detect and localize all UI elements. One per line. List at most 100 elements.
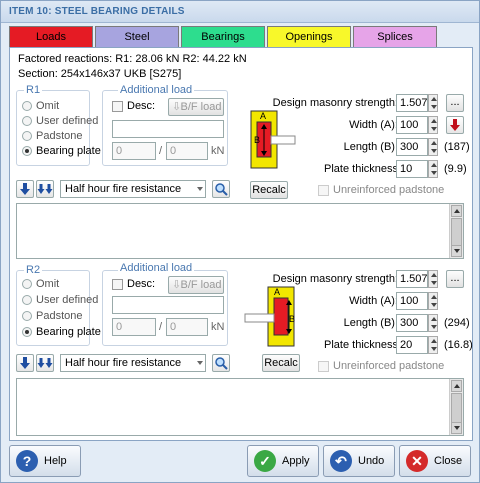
r1-option-bearing-plate[interactable]: Bearing plate: [22, 145, 101, 157]
tab-loads[interactable]: Loads: [9, 26, 93, 47]
r2-design-masonry-strength-spinner[interactable]: [428, 270, 438, 288]
scroll-up-icon[interactable]: [451, 380, 462, 392]
bf-load-icon: ⇩: [172, 101, 182, 113]
r2-width-label: Width (A):: [349, 295, 398, 307]
r1-fire-resistance-select[interactable]: Half hour fire resistance: [60, 180, 206, 198]
r1-length-spinner[interactable]: [428, 138, 438, 156]
radio-icon: [22, 311, 32, 321]
r1-move-bottom-button[interactable]: [36, 180, 54, 198]
r1-option-bearing-plate-label: Bearing plate: [36, 145, 101, 157]
r2-unreinforced-checkbox[interactable]: [318, 361, 329, 372]
r2-design-masonry-strength-input[interactable]: 1.507: [396, 270, 428, 288]
tab-splices[interactable]: Splices: [353, 26, 437, 47]
r1-unreinforced-checkbox[interactable]: [318, 185, 329, 196]
tab-openings[interactable]: Openings: [267, 26, 351, 47]
radio-icon: [22, 131, 32, 141]
r2-option-omit[interactable]: Omit: [22, 278, 59, 290]
r2-load1-input[interactable]: 0: [112, 318, 156, 336]
scroll-thumb[interactable]: [451, 393, 462, 425]
r1-notes-scrollbar[interactable]: [449, 204, 463, 258]
tab-bearings[interactable]: Bearings: [181, 26, 265, 48]
r1-desc-checkbox[interactable]: [112, 101, 123, 112]
r2-option-bearing-plate[interactable]: Bearing plate: [22, 326, 101, 338]
r2-option-user-defined[interactable]: User defined: [22, 294, 98, 306]
r2-plate-thickness-spinner[interactable]: [428, 336, 438, 354]
r1-width-input[interactable]: 100: [396, 116, 428, 134]
r2-length-spinner[interactable]: [428, 314, 438, 332]
help-button[interactable]: ? Help: [9, 445, 81, 477]
r2-plate-thickness-label: Plate thickness: [324, 339, 398, 351]
tab-steel[interactable]: Steel: [95, 26, 179, 47]
r1-length-input[interactable]: 300: [396, 138, 428, 156]
r1-option-user-defined[interactable]: User defined: [22, 115, 98, 127]
r1-masonry-browse-button[interactable]: ...: [446, 94, 464, 112]
bearings-panel: Factored reactions: R1: 28.06 kN R2: 44.…: [9, 47, 473, 441]
r2-additional-load-title: Additional load: [118, 262, 195, 274]
r1-plate-thickness-label: Plate thickness: [324, 163, 398, 175]
r1-desc-input[interactable]: [112, 120, 224, 138]
r2-fire-resistance-select[interactable]: Half hour fire resistance: [60, 354, 206, 372]
r2-masonry-browse-button[interactable]: ...: [446, 270, 464, 288]
r1-length-label: Length (B):: [343, 141, 398, 153]
scroll-down-icon[interactable]: [451, 422, 462, 434]
r1-option-omit[interactable]: Omit: [22, 100, 59, 112]
close-button[interactable]: ✕ Close: [399, 445, 471, 477]
r2-length-input[interactable]: 300: [396, 314, 428, 332]
r2-recalc-button[interactable]: Recalc: [262, 354, 300, 372]
radio-icon: [22, 279, 32, 289]
r2-notes-scrollbar[interactable]: [449, 379, 463, 435]
r2-length-label: Length (B):: [343, 317, 398, 329]
r2-bf-load-button[interactable]: ⇩ B/F load: [168, 276, 224, 294]
r2-move-down-button[interactable]: [16, 354, 34, 372]
close-label: Close: [434, 455, 463, 467]
r2-design-masonry-strength-label: Design masonry strength:: [272, 273, 398, 285]
scroll-down-icon[interactable]: [451, 245, 462, 257]
r2-notes-area[interactable]: [16, 378, 464, 436]
r2-option-padstone[interactable]: Padstone: [22, 310, 82, 322]
down-arrow-icon[interactable]: [446, 116, 464, 134]
undo-button[interactable]: ↶ Undo: [323, 445, 395, 477]
r1-bf-load-button[interactable]: ⇩ B/F load: [168, 98, 224, 116]
r1-width-label: Width (A):: [349, 119, 398, 131]
chevron-down-icon: [197, 187, 203, 191]
r2-desc-input[interactable]: [112, 296, 224, 314]
r1-load2-input[interactable]: 0: [166, 142, 208, 160]
r1-design-masonry-strength-spinner[interactable]: [428, 94, 438, 112]
r1-recalc-button[interactable]: Recalc: [250, 181, 288, 199]
arrow-down-icon: [20, 183, 30, 195]
help-label: Help: [44, 455, 67, 467]
r2-unit: kN: [211, 321, 225, 333]
r1-design-masonry-strength-label: Design masonry strength:: [272, 97, 398, 109]
r1-slash: /: [159, 145, 163, 157]
r1-group-title: R1: [24, 84, 43, 96]
r1-option-padstone[interactable]: Padstone: [22, 130, 82, 142]
r2-width-spinner[interactable]: [428, 292, 438, 310]
r2-desc-checkbox[interactable]: [112, 279, 123, 290]
r2-move-bottom-button[interactable]: [36, 354, 54, 372]
tab-strip: Loads Steel Bearings Openings Splices: [9, 26, 473, 48]
scroll-up-icon[interactable]: [451, 205, 462, 217]
r1-move-down-button[interactable]: [16, 180, 34, 198]
r2-plate-thickness-input[interactable]: 20: [396, 336, 428, 354]
r1-load1-input[interactable]: 0: [112, 142, 156, 160]
r1-plate-thickness-spinner[interactable]: [428, 160, 438, 178]
undo-icon: ↶: [330, 450, 352, 472]
r2-plate-thickness-hint: (16.8): [444, 339, 473, 351]
r1-option-padstone-label: Padstone: [36, 130, 83, 142]
r1-design-masonry-strength-input[interactable]: 1.507: [396, 94, 428, 112]
r1-plate-thickness-input[interactable]: 10: [396, 160, 428, 178]
r1-width-spinner[interactable]: [428, 116, 438, 134]
r1-search-button[interactable]: [212, 180, 230, 198]
r2-load2-input[interactable]: 0: [166, 318, 208, 336]
radio-selected-icon: [22, 146, 32, 156]
r1-notes-area[interactable]: [16, 203, 464, 259]
r2-desc-label: Desc:: [127, 278, 156, 290]
r1-plate-thickness-hint: (9.9): [444, 163, 467, 175]
r2-width-input[interactable]: 100: [396, 292, 428, 310]
apply-button[interactable]: ✓ Apply: [247, 445, 319, 477]
r2-search-button[interactable]: [212, 354, 230, 372]
radio-icon: [22, 116, 32, 126]
radio-icon: [22, 295, 32, 305]
double-arrow-down-icon: [37, 184, 53, 194]
r2-option-omit-label: Omit: [36, 278, 60, 290]
